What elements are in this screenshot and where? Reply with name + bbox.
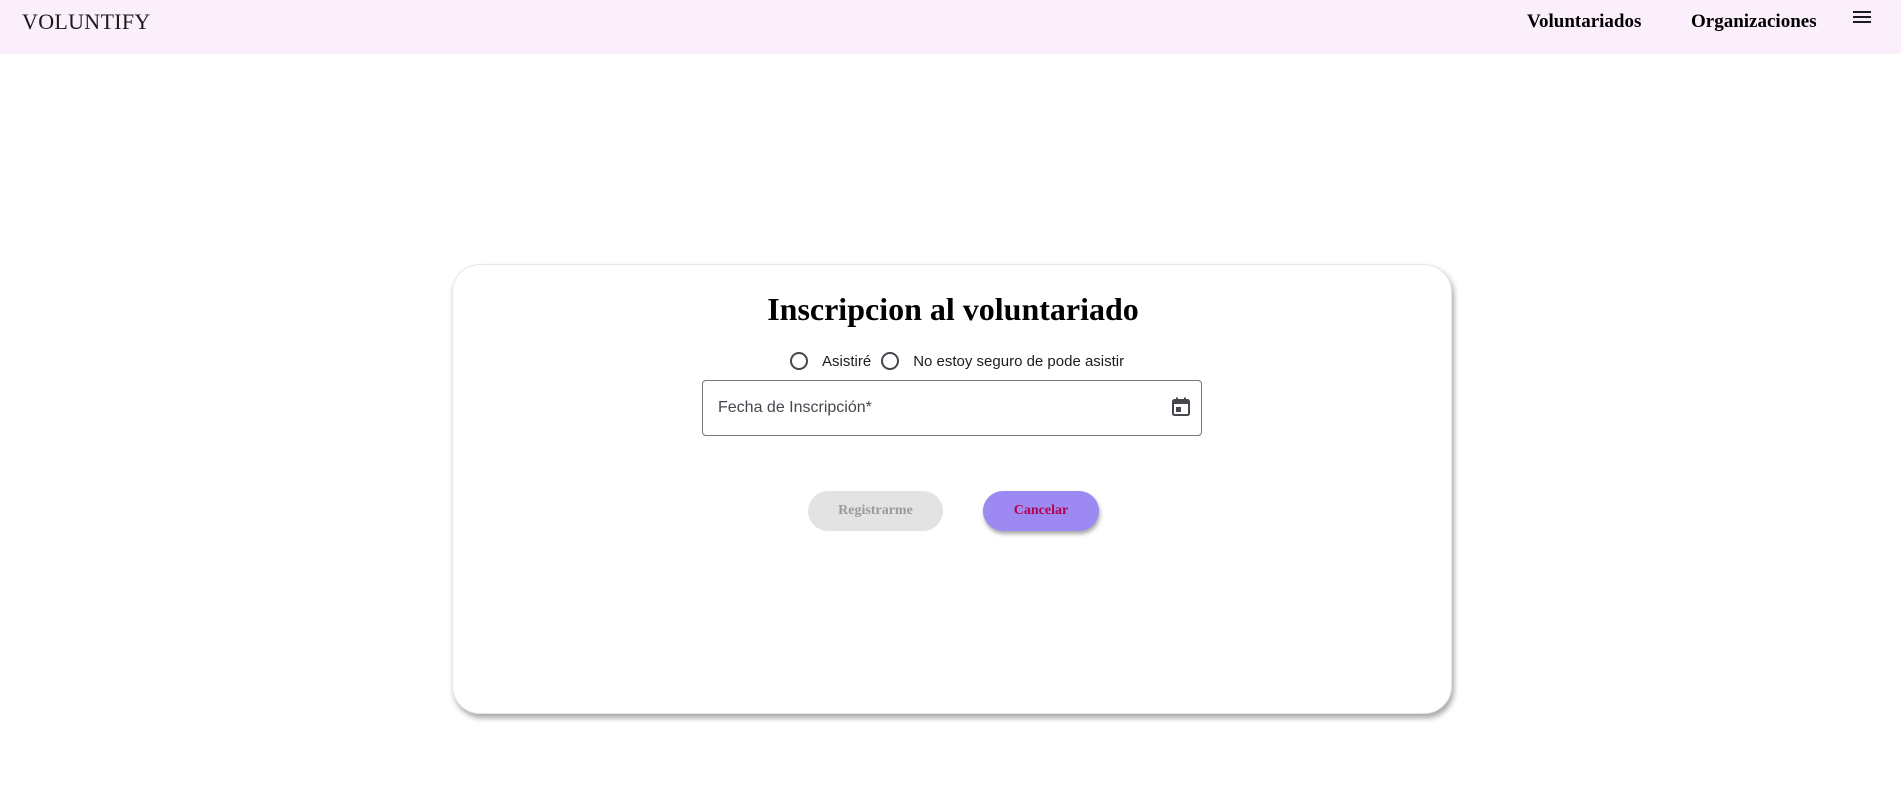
radio-attend-label[interactable]: Asistiré — [822, 353, 871, 370]
attendance-radio-group: Asistiré No estoy seguro de pode asistir — [790, 349, 1124, 373]
calendar-icon[interactable] — [1169, 395, 1193, 419]
nav-link-organizaciones[interactable]: Organizaciones — [1691, 11, 1817, 33]
menu-button[interactable] — [1851, 8, 1873, 26]
cancel-button[interactable]: Cancelar — [983, 491, 1099, 531]
top-app-bar: VOLUNTIFY Voluntariados Organizaciones — [0, 0, 1901, 54]
nav-link-voluntariados[interactable]: Voluntariados — [1527, 11, 1641, 33]
form-title: Inscripcion al voluntariado — [767, 291, 1139, 327]
registration-card: Inscripcion al voluntariado Asistiré No … — [452, 264, 1452, 714]
registration-date-field[interactable]: Fecha de Inscripción* — [702, 380, 1202, 436]
register-button[interactable]: Registrarme — [808, 491, 943, 531]
hamburger-menu-icon — [1853, 11, 1871, 23]
radio-unsure[interactable] — [881, 352, 900, 370]
radio-unsure-label[interactable]: No estoy seguro de pode asistir — [913, 353, 1124, 370]
radio-attend[interactable] — [790, 352, 808, 370]
registration-date-label: Fecha de Inscripción* — [718, 399, 872, 416]
brand-logo-text[interactable]: VOLUNTIFY — [22, 9, 151, 35]
